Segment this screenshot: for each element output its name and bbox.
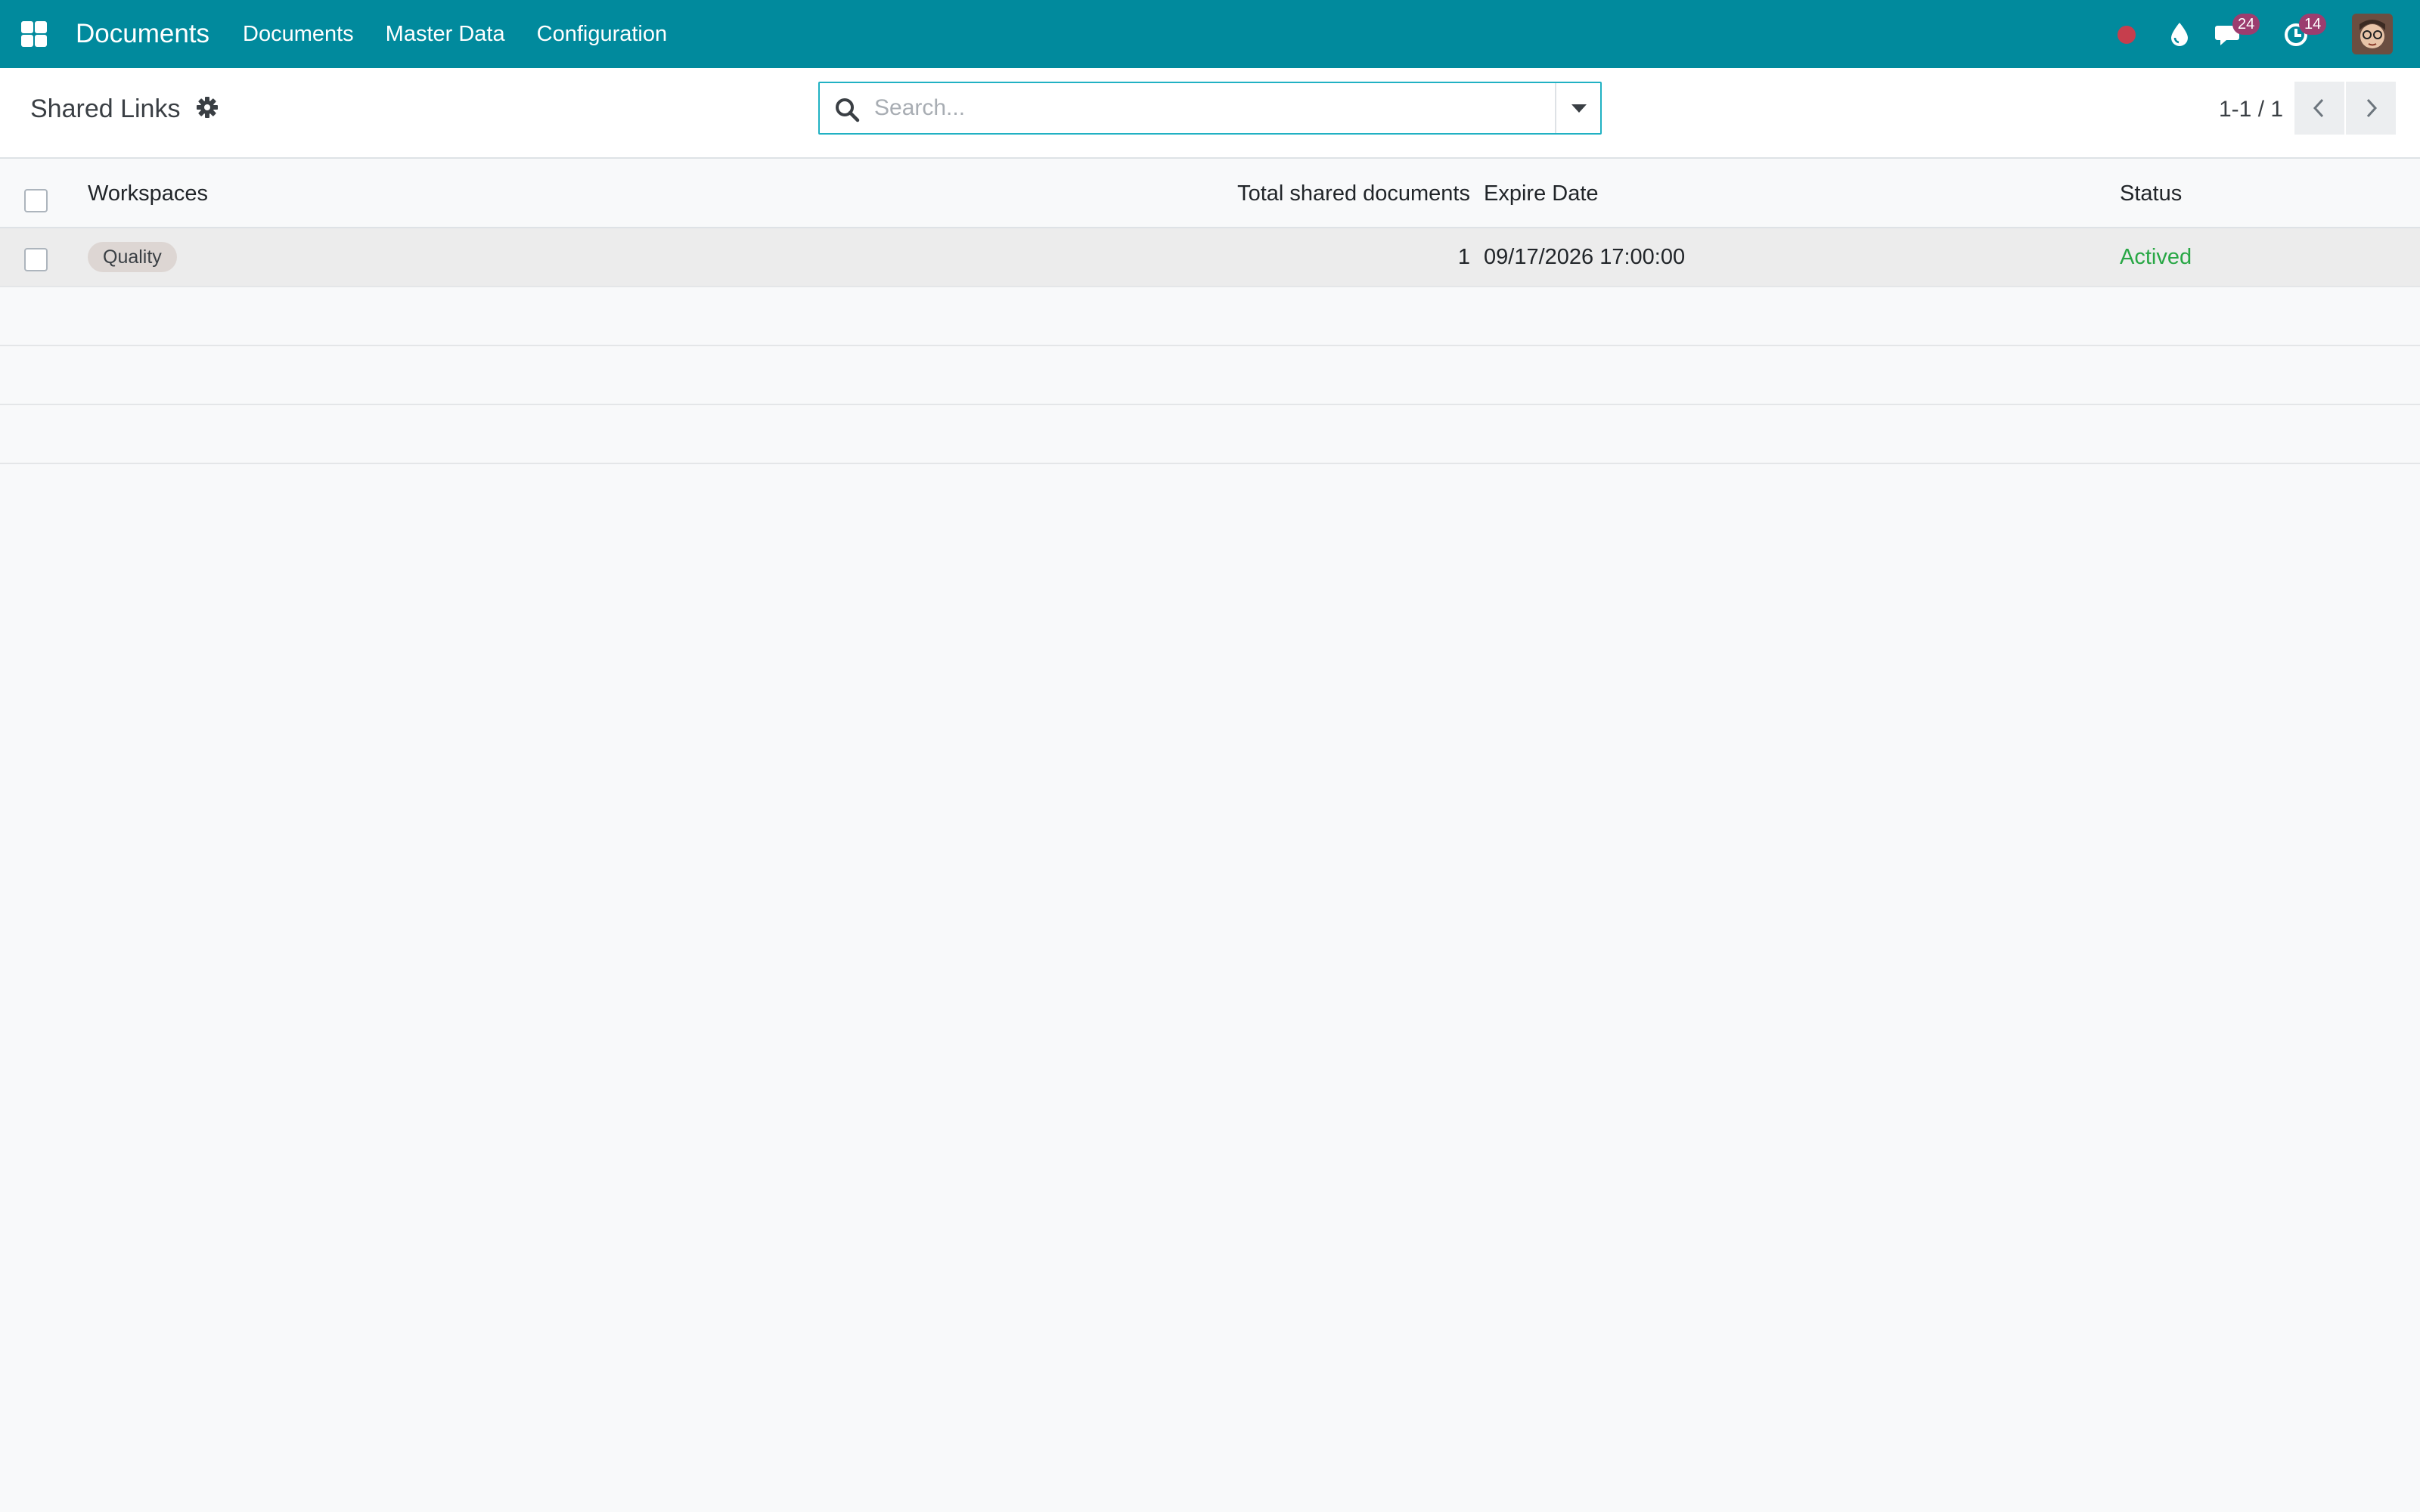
empty-row	[0, 346, 2420, 405]
top-navbar: Documents Documents Master Data Configur…	[0, 0, 2420, 68]
avatar[interactable]	[2352, 14, 2393, 54]
chat-icon[interactable]: 24	[2208, 0, 2260, 68]
messages-badge: 24	[2232, 14, 2260, 35]
droplet-icon[interactable]	[2157, 0, 2202, 68]
clock-icon[interactable]: 14	[2276, 0, 2327, 68]
empty-row	[0, 287, 2420, 346]
list-header: Workspaces Total shared documents Expire…	[0, 160, 2420, 228]
chevron-right-icon	[2366, 98, 2378, 118]
app-brand[interactable]: Documents	[76, 0, 209, 68]
column-header-total-shared[interactable]: Total shared documents	[1180, 160, 1470, 227]
menu-item-configuration[interactable]: Configuration	[521, 0, 684, 68]
apps-grid-icon[interactable]	[20, 20, 48, 48]
pager-previous-button[interactable]	[2294, 82, 2344, 135]
chevron-left-icon	[2313, 98, 2324, 118]
gear-icon[interactable]	[195, 95, 219, 119]
expire-date-cell[interactable]: 09/17/2026 17:00:00	[1484, 228, 1685, 286]
menu-item-documents[interactable]: Documents	[227, 0, 370, 68]
caret-down-icon[interactable]	[1555, 83, 1600, 133]
control-panel: Shared Links 1-1 / 1	[0, 68, 2420, 159]
select-all-checkbox[interactable]	[24, 189, 48, 212]
workspace-cell[interactable]: Quality	[88, 228, 177, 286]
search-box	[818, 82, 1602, 135]
page-title: Shared Links	[30, 94, 181, 123]
menu-item-master-data[interactable]: Master Data	[370, 0, 521, 68]
pager-value[interactable]: 1-1 / 1	[2219, 91, 2283, 129]
column-header-workspaces[interactable]: Workspaces	[88, 160, 208, 227]
table-row[interactable]: Quality 1 09/17/2026 17:00:00 Actived	[0, 228, 2420, 287]
column-header-status[interactable]: Status	[2120, 160, 2182, 227]
search-icon	[833, 96, 861, 123]
main-menu: Documents Master Data Configuration	[227, 0, 683, 68]
activities-badge: 14	[2299, 14, 2327, 35]
workspace-tag: Quality	[88, 242, 177, 272]
pager-next-button[interactable]	[2346, 82, 2396, 135]
row-checkbox[interactable]	[24, 248, 48, 271]
shared-links-list: Workspaces Total shared documents Expire…	[0, 160, 2420, 464]
total-shared-cell[interactable]: 1	[1180, 228, 1470, 286]
column-header-expire-date[interactable]: Expire Date	[1484, 160, 1599, 227]
empty-row	[0, 405, 2420, 464]
search-input[interactable]	[874, 83, 1540, 133]
status-cell[interactable]: Actived	[2120, 228, 2192, 286]
record-dot-icon[interactable]	[2118, 26, 2136, 44]
